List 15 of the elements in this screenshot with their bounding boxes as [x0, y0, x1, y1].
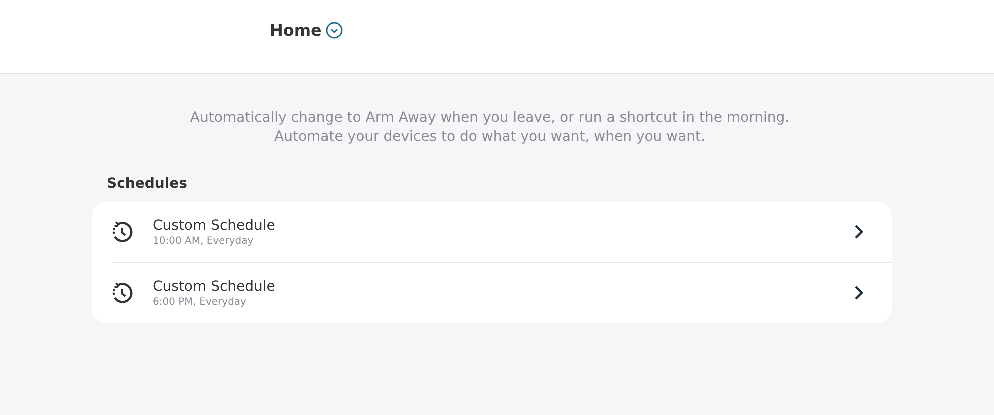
description-text: Automatically change to Arm Away when you leave, or run a shortcut in the morning. — [190, 110, 790, 126]
location-title: Home — [270, 21, 322, 40]
dropdown-icon[interactable] — [326, 22, 343, 39]
section-heading: Schedules — [107, 176, 188, 192]
schedule-time: 6:00 PM, Everyday — [153, 296, 248, 308]
chevron-right-icon — [854, 285, 864, 301]
clock-history-icon — [111, 220, 135, 244]
schedule-row[interactable]: Custom Schedule 10:00 AM, Everyday — [92, 202, 892, 262]
clock-history-icon — [111, 281, 135, 305]
chevron-right-icon — [854, 224, 864, 240]
description-text: Automate your devices to do what you want, when you want. — [274, 129, 706, 145]
schedule-time: 10:00 AM, Everyday — [153, 236, 255, 246]
schedule-row[interactable]: Custom Schedule 6:00 PM, Everyday — [92, 263, 892, 323]
schedule-title: Custom Schedule — [153, 278, 276, 294]
schedule-title: Custom Schedule — [153, 218, 276, 234]
